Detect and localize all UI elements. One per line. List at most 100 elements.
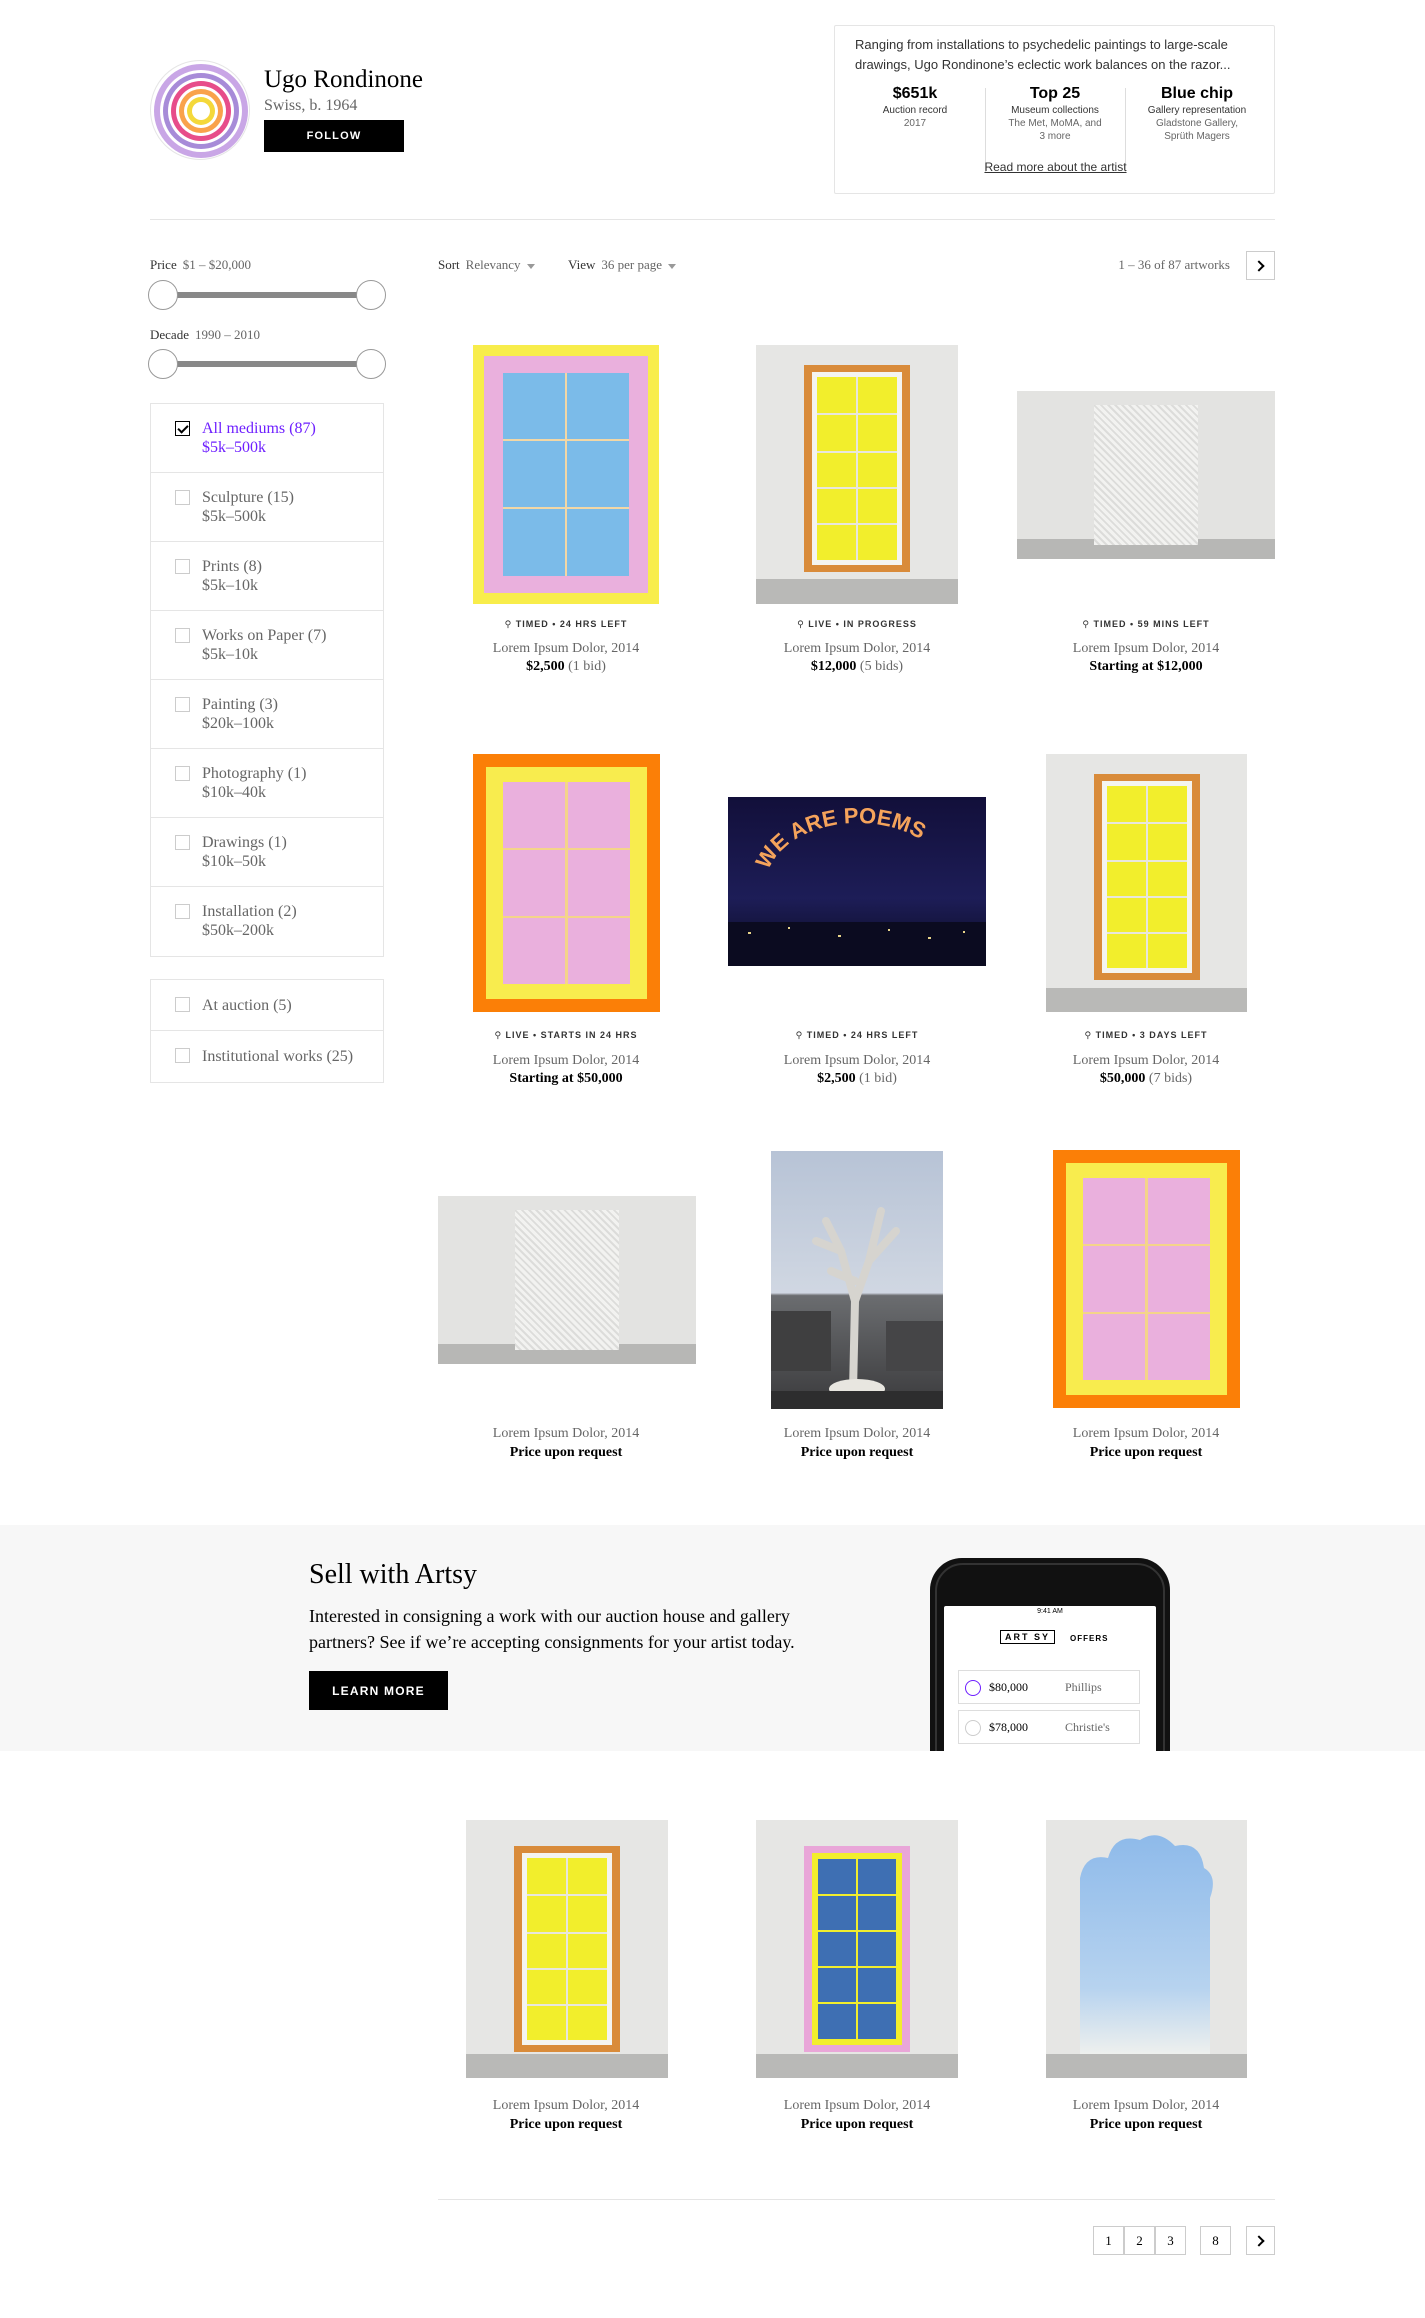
sort-label: Sort: [438, 257, 460, 272]
page-3-button[interactable]: 3: [1155, 2226, 1186, 2255]
artwork-image[interactable]: [466, 1820, 668, 2078]
artwork-image[interactable]: [1046, 1820, 1247, 2078]
medium-option-photography[interactable]: Photography (1) $10k–40k: [151, 749, 383, 818]
bid-count: (1 bid): [855, 1071, 897, 1086]
medium-option-installation[interactable]: Installation (2) $50k–200k: [151, 887, 383, 956]
artwork-image[interactable]: [756, 345, 958, 604]
artwork-image[interactable]: [1053, 1150, 1240, 1408]
medium-option-painting[interactable]: Painting (3) $20k–100k: [151, 680, 383, 749]
stat-value: Blue chip: [1160, 85, 1233, 102]
next-page-button[interactable]: [1246, 251, 1275, 280]
price-value: Price upon request: [800, 1445, 914, 1460]
medium-label: Sculpture (15): [202, 489, 294, 506]
checkbox-checked[interactable]: [175, 421, 190, 436]
medium-label: Installation (2): [202, 903, 297, 920]
medium-option-drawings[interactable]: Drawings (1) $10k–50k: [151, 818, 383, 887]
medium-price-range: $5k–500k: [202, 508, 266, 525]
learn-more-button[interactable]: LEARN MORE: [309, 1671, 448, 1710]
artwork-title[interactable]: Lorem Ipsum Dolor, 2014: [996, 2097, 1296, 2115]
decade-slider-max-handle[interactable]: [356, 349, 386, 379]
checkbox[interactable]: [175, 697, 190, 712]
medium-option-sculpture[interactable]: Sculpture (15) $5k–500k: [151, 473, 383, 542]
decade-slider-min-handle[interactable]: [148, 349, 178, 379]
stat-auction-record: $651k Auction record 2017: [850, 84, 980, 130]
auction-status-text: LIVE • IN PROGRESS: [808, 619, 917, 629]
stat-sub: The Met, MoMA, and 3 more: [1008, 118, 1102, 142]
artwork-image[interactable]: [1046, 754, 1247, 1012]
chevron-right-icon: [1253, 2234, 1265, 2247]
artist-nationality: Swiss, b. 1964: [264, 97, 358, 114]
page-8-button[interactable]: 8: [1200, 2226, 1231, 2255]
medium-filter-list: All mediums (87) $5k–500k Sculpture (15)…: [150, 403, 384, 957]
price-slider-max-handle[interactable]: [356, 280, 386, 310]
offer-amount: $78,000: [989, 1720, 1028, 1734]
artwork-title[interactable]: Lorem Ipsum Dolor, 2014: [707, 1052, 1007, 1070]
decade-label: Decade: [150, 327, 189, 342]
artwork-title[interactable]: Lorem Ipsum Dolor, 2014: [416, 1425, 716, 1443]
price-value: Starting at $12,000: [1089, 659, 1203, 674]
artwork-price: Price upon request: [416, 2116, 716, 2134]
artist-avatar[interactable]: [150, 60, 250, 160]
auction-status-text: LIVE • STARTS IN 24 HRS: [505, 1030, 638, 1040]
chevron-down-icon: [668, 263, 677, 269]
artwork-image[interactable]: WE ARE POEMS: [728, 797, 986, 966]
medium-option-works-on-paper[interactable]: Works on Paper (7) $5k–10k: [151, 611, 383, 680]
artwork-title[interactable]: Lorem Ipsum Dolor, 2014: [707, 1425, 1007, 1443]
filter-at-auction[interactable]: At auction (5): [151, 980, 383, 1031]
filter-institutional-works[interactable]: Institutional works (25): [151, 1031, 383, 1082]
medium-price-range: $5k–10k: [202, 646, 258, 663]
price-filter-label: Price $1 – $20,000: [150, 257, 251, 273]
checkbox[interactable]: [175, 997, 190, 1012]
read-more-link[interactable]: Read more about the artist: [835, 160, 1276, 174]
checkbox[interactable]: [175, 835, 190, 850]
price-value: $12,000: [810, 659, 857, 674]
artwork-image[interactable]: [473, 345, 659, 604]
medium-label: Photography (1): [202, 765, 307, 782]
page-1-button[interactable]: 1: [1093, 2226, 1124, 2255]
bid-count: (1 bid): [564, 659, 606, 674]
follow-button[interactable]: FOLLOW: [264, 120, 404, 152]
checkbox[interactable]: [175, 766, 190, 781]
medium-option-prints[interactable]: Prints (8) $5k–10k: [151, 542, 383, 611]
medium-option-all[interactable]: All mediums (87) $5k–500k: [151, 404, 383, 473]
view-dropdown[interactable]: View 36 per page: [568, 257, 677, 273]
artwork-title[interactable]: Lorem Ipsum Dolor, 2014: [996, 1052, 1296, 1070]
chevron-right-icon: [1253, 259, 1265, 272]
artwork-image[interactable]: [473, 754, 660, 1012]
artwork-image[interactable]: [1017, 391, 1275, 559]
artwork-title[interactable]: Lorem Ipsum Dolor, 2014: [996, 1425, 1296, 1443]
auction-status-text: TIMED • 59 MINS LEFT: [1093, 619, 1210, 629]
artwork-image[interactable]: [756, 1820, 958, 2078]
artwork-title[interactable]: Lorem Ipsum Dolor, 2014: [416, 640, 716, 658]
artwork-title[interactable]: Lorem Ipsum Dolor, 2014: [416, 2097, 716, 2115]
artwork-title[interactable]: Lorem Ipsum Dolor, 2014: [996, 640, 1296, 658]
artwork-image[interactable]: [771, 1151, 943, 1409]
artwork-title[interactable]: Lorem Ipsum Dolor, 2014: [707, 640, 1007, 658]
sell-title: Sell with Artsy: [309, 1559, 478, 1590]
sort-dropdown[interactable]: Sort Relevancy: [438, 257, 535, 273]
artwork-sculpture-text: WE ARE POEMS: [751, 803, 931, 873]
next-page-button[interactable]: [1246, 2226, 1275, 2255]
checkbox[interactable]: [175, 1048, 190, 1063]
offer-house: Christie's: [1065, 1720, 1110, 1734]
artwork-price: $12,000 (5 bids): [707, 658, 1007, 676]
price-slider-min-handle[interactable]: [148, 280, 178, 310]
offer-house: Phillips: [1065, 1680, 1102, 1694]
checkbox[interactable]: [175, 904, 190, 919]
page-2-button[interactable]: 2: [1124, 2226, 1155, 2255]
price-value: Starting at $50,000: [509, 1071, 623, 1086]
artwork-title[interactable]: Lorem Ipsum Dolor, 2014: [707, 2097, 1007, 2115]
checkbox[interactable]: [175, 628, 190, 643]
offer-row: $78,000 Christie's: [958, 1710, 1140, 1744]
medium-price-range: $10k–40k: [202, 784, 266, 801]
artwork-title[interactable]: Lorem Ipsum Dolor, 2014: [416, 1052, 716, 1070]
auction-status: ⚲ TIMED • 24 HRS LEFT: [795, 1030, 919, 1040]
medium-label: Painting (3): [202, 696, 278, 713]
auction-status-text: TIMED • 24 HRS LEFT: [515, 619, 628, 629]
checkbox[interactable]: [175, 490, 190, 505]
artwork-image[interactable]: [438, 1196, 696, 1364]
decade-slider-track[interactable]: [163, 361, 375, 367]
price-slider-track[interactable]: [163, 292, 375, 298]
auction-status: ⚲ LIVE • IN PROGRESS: [797, 619, 917, 629]
checkbox[interactable]: [175, 559, 190, 574]
